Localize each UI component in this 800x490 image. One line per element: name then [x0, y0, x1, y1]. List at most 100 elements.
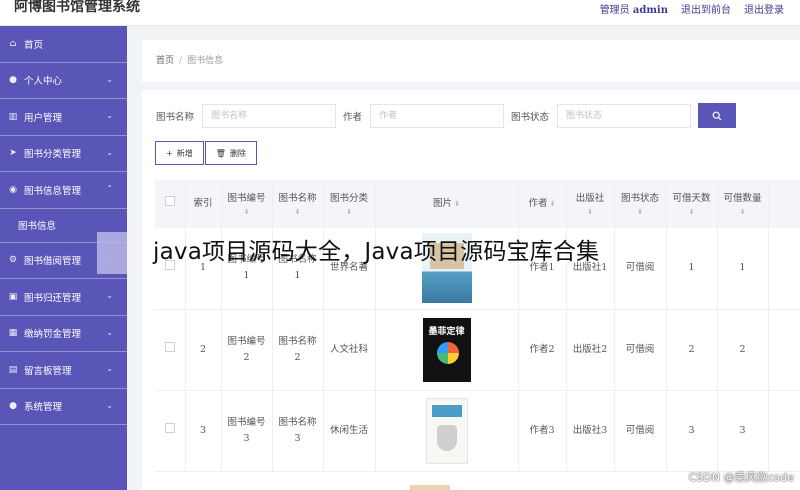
logout-link[interactable]: 退出登录	[744, 1, 784, 16]
palette-icon: ◉	[9, 184, 17, 195]
author-label: 作者	[343, 111, 363, 123]
watermark-caption: java项目源码大全，Java项目源码宝库合集	[153, 239, 600, 265]
cell-index: 2	[185, 309, 222, 390]
header-author[interactable]: 作者 ⬍	[518, 180, 567, 228]
sort-icon[interactable]: ⬍	[273, 207, 323, 217]
breadcrumb-current: 图书信息	[187, 56, 224, 66]
user-icon: ●	[9, 401, 17, 412]
book-cover-image[interactable]	[425, 397, 468, 464]
top-nav: 管理员 admin 退出到前台 退出登录	[600, 1, 784, 16]
header-book-no[interactable]: 图书编号 ⬍	[221, 180, 273, 228]
cell-category: 休闲生活	[323, 390, 376, 471]
sort-icon[interactable]: ⬍	[567, 207, 614, 217]
sidebar-item-label: 图书信息管理	[24, 185, 82, 197]
breadcrumb-home[interactable]: 首页	[156, 56, 174, 66]
send-icon: ➤	[9, 148, 17, 159]
header-image-label: 图片	[433, 198, 453, 209]
cell-book-no-text: 图书编号	[227, 416, 266, 428]
header-book-no-label: 图书编号	[227, 193, 266, 204]
add-button[interactable]: + 新增	[155, 141, 204, 165]
sidebar-item-label: 首页	[24, 39, 44, 51]
cell-book-no: 图书编号 2	[221, 309, 273, 390]
sort-icon[interactable]: ⬍	[222, 207, 272, 217]
row-checkbox[interactable]	[164, 422, 175, 433]
sort-icon[interactable]: ⬍	[550, 200, 556, 208]
book-cover-partial	[410, 485, 450, 490]
select-all-checkbox[interactable]	[164, 196, 175, 206]
book-name-input[interactable]	[202, 103, 337, 128]
front-link[interactable]: 退出到前台	[681, 1, 731, 16]
sidebar-item-label: 图书借阅管理	[24, 256, 82, 268]
delete-button[interactable]: 🗑 删除	[204, 141, 257, 165]
sidebar-item-system[interactable]: ● 系统管理 ⌄	[0, 389, 127, 425]
table-row[interactable]: 3 图书编号 3 图书名称 3 休闲生活 作者3 出版社3 可借阅 3 3	[155, 390, 800, 471]
row-checkbox-cell	[155, 390, 186, 471]
header-status-label: 图书状态	[620, 193, 659, 204]
header-index-label: 索引	[193, 198, 213, 209]
sort-icon[interactable]: ⬍	[718, 207, 768, 217]
admin-prefix: 管理员	[599, 5, 630, 16]
chevron-down-icon: ⌄	[106, 364, 113, 373]
row-checkbox[interactable]	[164, 341, 175, 352]
bar-chart-icon: ▥	[8, 111, 18, 122]
action-bar: + 新增 🗑 删除	[155, 141, 257, 165]
breadcrumb-card: 首页 / 图书信息	[142, 40, 800, 82]
header-qty-label: 可借数量	[723, 193, 762, 204]
sort-icon[interactable]: ⬍	[454, 200, 460, 208]
author-input[interactable]	[370, 103, 505, 128]
select-all-checkbox-cell	[155, 180, 186, 228]
sidebar-item-label: 图书分类管理	[24, 149, 82, 161]
table-row[interactable]: 2 图书编号 2 图书名称 2 人文社科 墨菲定律 作者2 出版社2 可借阅 2 2	[155, 309, 800, 390]
header-publisher[interactable]: 出版社 ⬍	[566, 180, 615, 228]
delete-button-label: 删除	[229, 148, 246, 158]
book-table: 索引 图书编号 ⬍ 图书名称 ⬍ 图书分类 ⬍ 图片 ⬍ 作者 ⬍ 出版社 ⬍ 图书状态 ⬍ …	[155, 180, 800, 472]
top-bar: 阿博图书馆管理系统 管理员 admin 退出到前台 退出登录	[0, 0, 800, 26]
cell-image	[375, 390, 519, 471]
header-qty[interactable]: 可借数量 ⬍	[717, 180, 769, 228]
book-status-label: 图书状态	[511, 111, 550, 123]
plus-icon: +	[166, 148, 173, 158]
chevron-down-icon: ⌄	[106, 291, 113, 300]
sidebar-item-profile[interactable]: ● 个人中心 ⌄	[0, 63, 127, 99]
cell-publisher: 出版社2	[566, 309, 615, 390]
header-status[interactable]: 图书状态 ⬍	[614, 180, 667, 228]
sidebar-item-home[interactable]: ⌂ 首页	[0, 26, 127, 63]
sidebar-item-return[interactable]: ▣ 图书归还管理 ⌄	[0, 279, 127, 316]
search-button[interactable]	[698, 103, 737, 128]
header-days-label: 可借天数	[672, 193, 711, 204]
search-form: 图书名称 作者 图书状态	[156, 103, 737, 128]
cell-qty: 3	[717, 390, 769, 471]
csdn-watermark: CSDN @乘风欲code	[688, 471, 794, 484]
header-image[interactable]: 图片 ⬍	[375, 180, 519, 228]
sidebar-item-book-category[interactable]: ➤ 图书分类管理 ⌄	[0, 136, 127, 172]
sidebar-item-users[interactable]: ▥ 用户管理 ⌄	[0, 99, 127, 136]
header-days[interactable]: 可借天数 ⬍	[666, 180, 718, 228]
sort-icon[interactable]: ⬍	[667, 207, 717, 217]
cell-days: 2	[666, 309, 718, 390]
settings-icon: ⚙	[8, 255, 18, 266]
message-icon: ▤	[8, 364, 18, 375]
header-category[interactable]: 图书分类 ⬍	[323, 180, 376, 228]
trash-icon: 🗑	[215, 148, 226, 158]
cell-publisher: 出版社3	[566, 390, 615, 471]
sidebar-item-book-info[interactable]: ◉ 图书信息管理 ⌃	[0, 172, 127, 209]
header-actions	[768, 180, 800, 228]
sort-icon[interactable]: ⬍	[324, 207, 375, 217]
book-name-label: 图书名称	[156, 111, 195, 123]
header-book-name[interactable]: 图书名称 ⬍	[272, 180, 324, 228]
cell-status: 可借阅	[614, 390, 667, 471]
sidebar-hover-highlight	[97, 232, 127, 274]
sidebar-item-messages[interactable]: ▤ 留言板管理 ⌄	[0, 352, 127, 389]
cell-status: 可借阅	[614, 309, 667, 390]
chevron-down-icon: ⌄	[106, 111, 113, 120]
person-icon: ●	[9, 75, 17, 86]
sidebar-item-fines[interactable]: ▦ 缴纳罚金管理 ⌄	[0, 316, 127, 352]
book-status-input[interactable]	[557, 103, 692, 128]
book-cover-image[interactable]: 墨菲定律	[422, 317, 471, 382]
header-author-label: 作者	[528, 198, 548, 209]
cell-actions	[768, 309, 800, 390]
sort-icon[interactable]: ⬍	[615, 207, 666, 217]
cell-author: 作者3	[518, 390, 567, 471]
row-checkbox-cell	[155, 309, 186, 390]
chevron-down-icon: ⌄	[106, 327, 113, 337]
